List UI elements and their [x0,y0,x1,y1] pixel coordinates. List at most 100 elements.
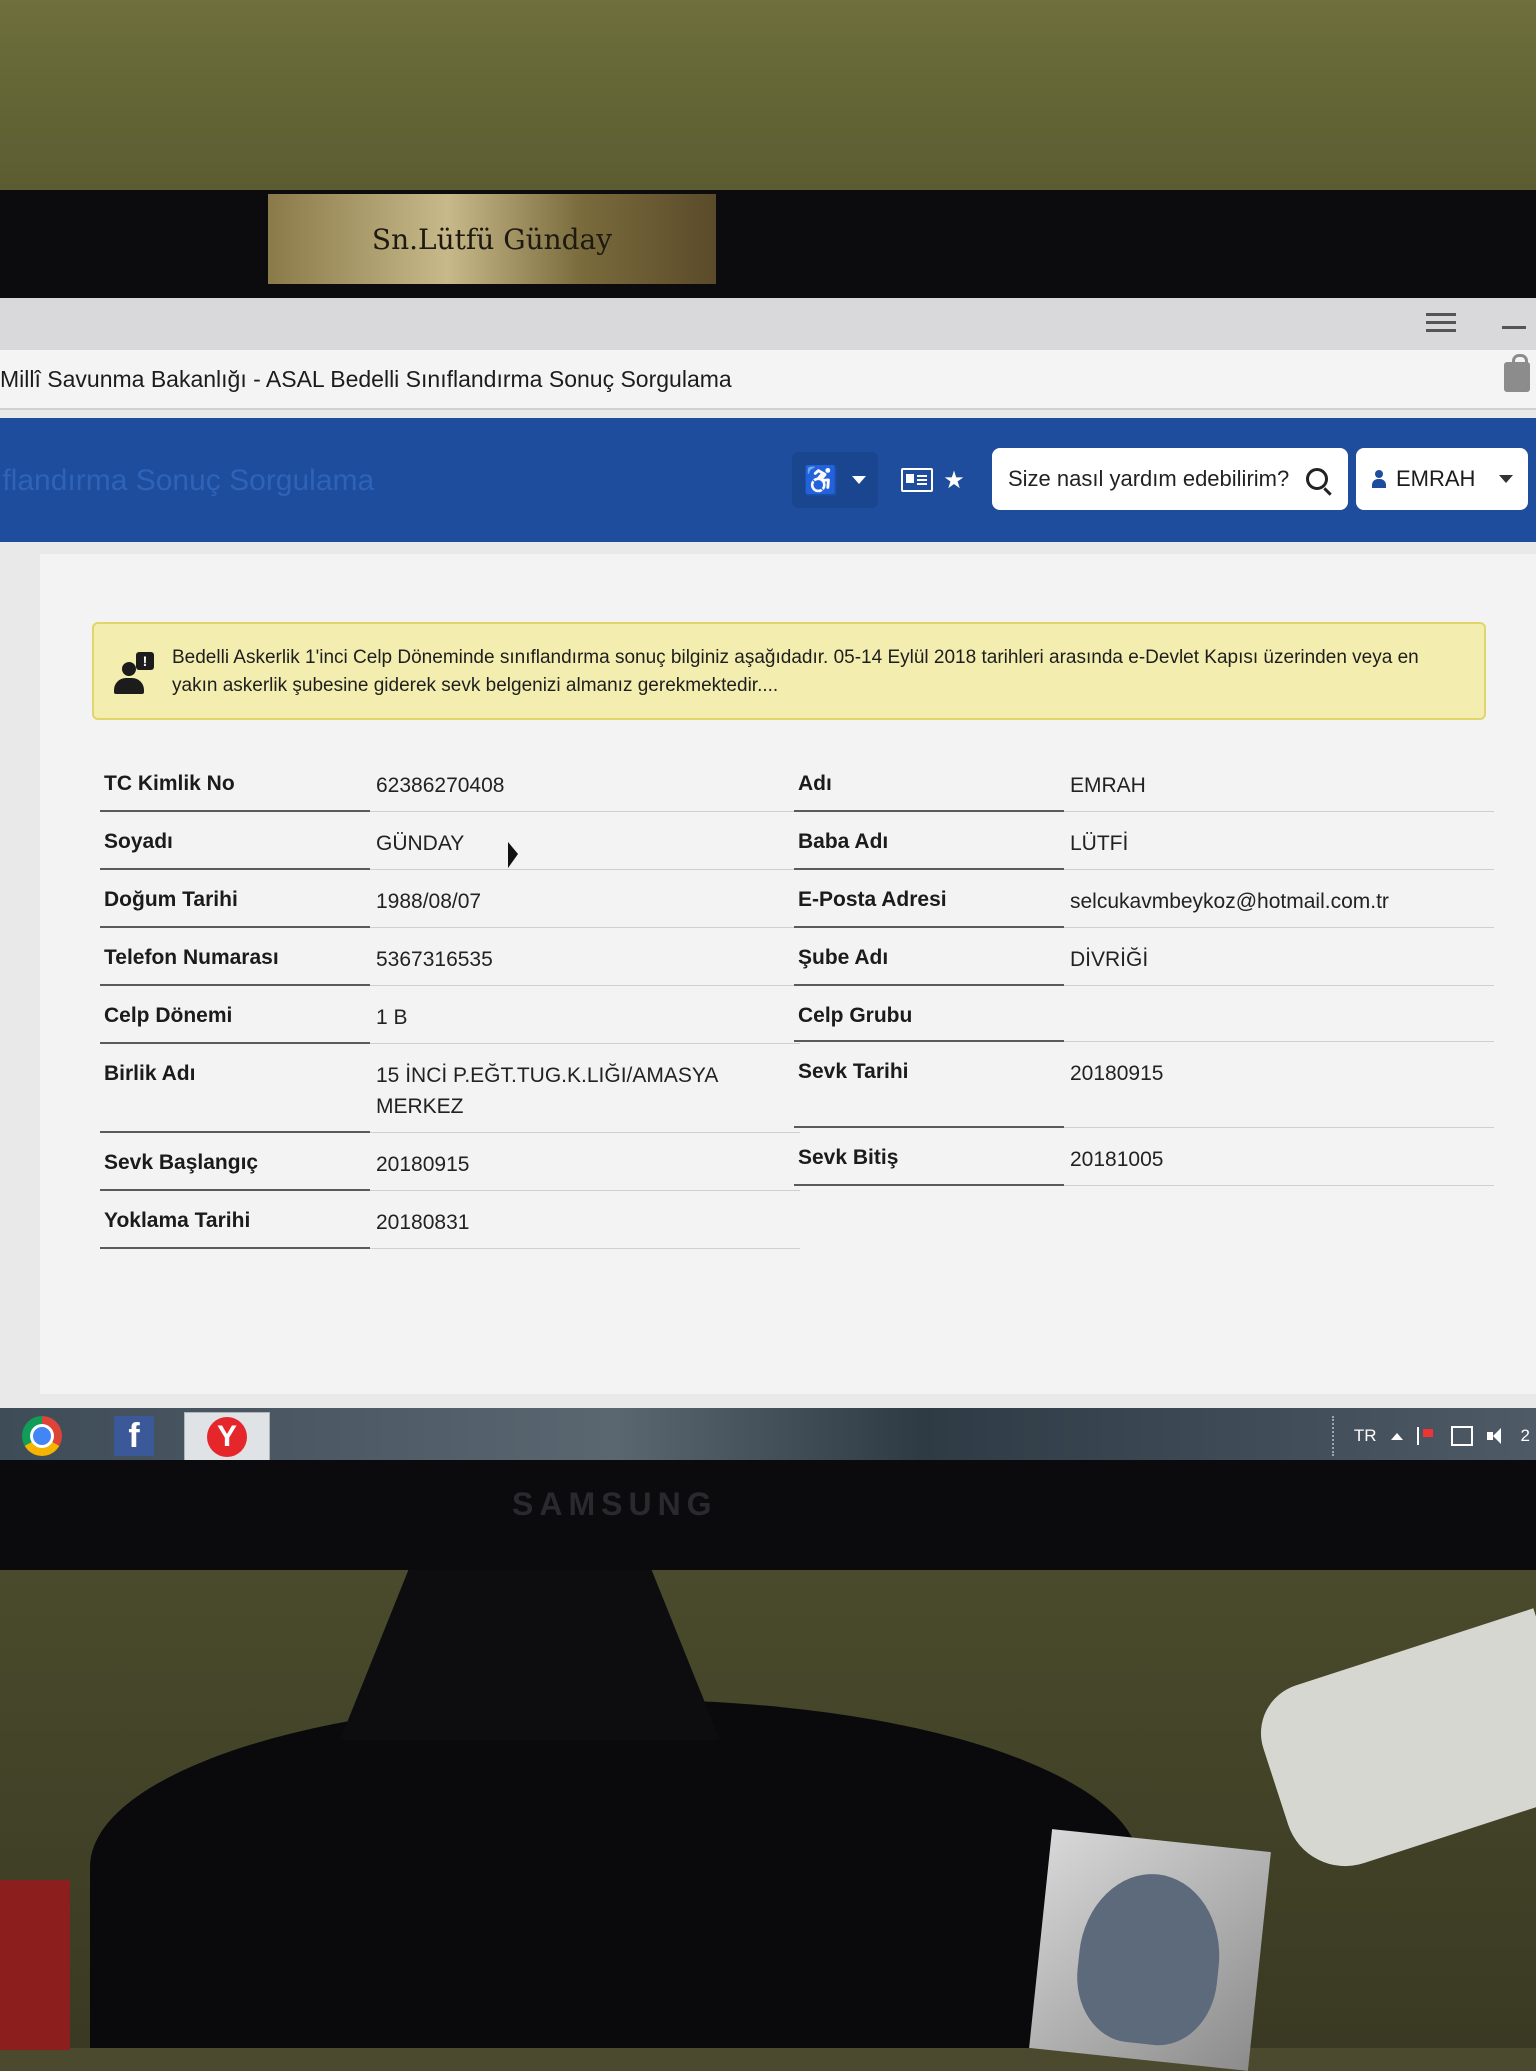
browser-tab-bar: Millî Savunma Bakanlığı - ASAL Bedelli S… [0,350,1536,410]
detail-label: Celp Grubu [794,986,1064,1042]
detail-row-celp-grubu: Celp Grubu [794,986,1494,1042]
browser-titlebar [0,298,1536,351]
detail-value: 5367316535 [370,928,800,986]
taskbar: f Y TR 2 [0,1408,1536,1464]
monitor-top-bezel [0,190,1536,300]
taskbar-yandex[interactable]: Y [184,1412,270,1462]
detail-row-sube: Şube Adı DİVRİĞİ [794,928,1494,986]
taskbar-facebook[interactable]: f [92,1412,176,1460]
detail-row-telefon: Telefon Numarası 5367316535 [100,928,800,986]
detail-value: 1 B [370,986,800,1044]
detail-row-baba-adi: Baba Adı LÜTFİ [794,812,1494,870]
monitor-stand-base [90,1700,1140,2048]
detail-row-eposta: E-Posta Adresi selcukavmbeykoz@hotmail.c… [794,870,1494,928]
detail-value: 20181005 [1064,1128,1494,1186]
site-header: ıflandırma Sonuç Sorgulama ♿ ★ EMRAH [0,418,1536,542]
detail-value: selcukavmbeykoz@hotmail.com.tr [1064,870,1494,928]
detail-label: Sevk Tarihi [794,1042,1064,1128]
user-alert-icon: ! [114,652,154,698]
detail-label: Soyadı [100,812,370,870]
detail-value: 62386270408 [370,754,800,812]
detail-label: Doğum Tarihi [100,870,370,928]
action-center-icon[interactable] [1416,1427,1437,1445]
photo-frame [1029,1829,1271,2071]
accessibility-menu-button[interactable]: ♿ [792,452,878,508]
detail-label: Sevk Bitiş [794,1128,1064,1186]
detail-label: Celp Dönemi [100,986,370,1044]
user-name: EMRAH [1396,466,1476,491]
monitor-brand: SAMSUNG [512,1486,718,1522]
detail-value: DİVRİĞİ [1064,928,1494,986]
search-box[interactable] [992,448,1348,510]
desk-surface [0,1570,1536,2071]
taskbar-chrome[interactable] [0,1412,84,1460]
user-menu-button[interactable]: EMRAH [1356,448,1528,510]
monitor-stand-neck [340,1570,720,1740]
chevron-down-icon [1499,475,1514,483]
detail-row-soyadi: Soyadı GÜNDAY [100,812,800,870]
detail-value: LÜTFİ [1064,812,1494,870]
detail-row-tc: TC Kimlik No 62386270408 [100,754,800,812]
detail-value [1064,986,1494,1042]
detail-value: EMRAH [1064,754,1494,812]
browser-window: Millî Savunma Bakanlığı - ASAL Bedelli S… [0,298,1536,1458]
volume-icon[interactable] [1486,1428,1507,1444]
detail-value: 20180915 [1064,1042,1494,1128]
star-icon[interactable]: ★ [943,466,965,495]
lock-icon[interactable] [1504,354,1530,392]
detail-label: Birlik Adı [100,1044,370,1133]
network-icon[interactable] [1450,1426,1473,1446]
detail-label: Şube Adı [794,928,1064,986]
page-title: ıflandırma Sonuç Sorgulama [0,464,375,497]
wallpaper-caption: Sn.Lütfü Günday [371,222,613,256]
chrome-icon [22,1416,62,1456]
monitor-bottom-bezel: SAMSUNG [0,1460,1536,1570]
detail-label: TC Kimlik No [100,754,370,812]
language-indicator[interactable]: TR [1354,1426,1377,1446]
clock[interactable]: 2 [1521,1426,1530,1446]
details-left-column: TC Kimlik No 62386270408 Soyadı GÜNDAY D… [100,754,800,1249]
detail-label: Sevk Başlangıç [100,1133,370,1191]
facebook-icon: f [114,1416,154,1456]
id-card-icon[interactable] [901,468,934,492]
desk-phone [1247,1608,1536,1882]
detail-value: 15 İNCİ P.EĞT.TUG.K.LIĞI/AMASYA MERKEZ [370,1044,800,1133]
detail-row-celp-donemi: Celp Dönemi 1 B [100,986,800,1044]
show-hidden-icons-icon[interactable] [1390,1432,1403,1440]
background-wall [0,0,1536,200]
details-right-column: Adı EMRAH Baba Adı LÜTFİ E-Posta Adresi … [794,754,1494,1186]
detail-label: Yoklama Tarihi [100,1191,370,1249]
mouse-pointer-icon [508,842,518,868]
chevron-down-icon [852,476,867,484]
detail-value: 20180831 [370,1191,800,1249]
info-alert: ! Bedelli Askerlik 1'inci Celp Döneminde… [92,622,1486,720]
detail-row-yoklama: Yoklama Tarihi 20180831 [100,1191,800,1249]
detail-value: 20180915 [370,1133,800,1191]
search-icon[interactable] [1306,468,1328,490]
detail-row-dogum: Doğum Tarihi 1988/08/07 [100,870,800,928]
minimize-icon[interactable] [1502,308,1526,336]
detail-row-sevk-tarihi: Sevk Tarihi 20180915 [794,1042,1494,1128]
system-tray: TR 2 [1331,1408,1536,1464]
menu-icon[interactable] [1426,308,1456,336]
detail-row-sevk-bitis: Sevk Bitiş 20181005 [794,1128,1494,1186]
yandex-browser-icon: Y [207,1417,247,1457]
alert-message: Bedelli Askerlik 1'inci Celp Döneminde s… [172,647,1419,696]
wheelchair-icon: ♿ [803,464,839,496]
tray-separator [1331,1416,1340,1456]
detail-value: 1988/08/07 [370,870,800,928]
desk-book [0,1880,70,2050]
search-input[interactable] [1006,465,1306,493]
tab-title[interactable]: Millî Savunma Bakanlığı - ASAL Bedelli S… [0,366,732,393]
detail-row-birlik: Birlik Adı 15 İNCİ P.EĞT.TUG.K.LIĞI/AMAS… [100,1044,800,1133]
detail-row-adi: Adı EMRAH [794,754,1494,812]
detail-label: Baba Adı [794,812,1064,870]
detail-label: Telefon Numarası [100,928,370,986]
card-star-buttons: ★ [894,452,972,508]
user-icon [1372,470,1386,488]
main-content: ! Bedelli Askerlik 1'inci Celp Döneminde… [40,554,1536,1394]
detail-row-sevk-baslangic: Sevk Başlangıç 20180915 [100,1133,800,1191]
detail-label: E-Posta Adresi [794,870,1064,928]
detail-label: Adı [794,754,1064,812]
detail-value: GÜNDAY [370,812,800,870]
